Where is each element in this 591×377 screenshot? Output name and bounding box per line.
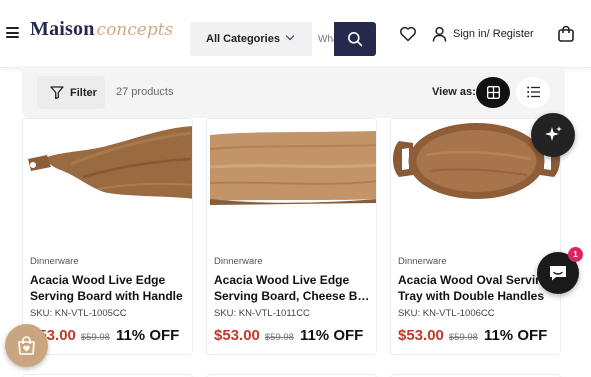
product-image-paddle-board <box>23 119 192 249</box>
product-title-line1: Acacia Wood Live Edge <box>214 273 350 287</box>
chevron-down-icon <box>285 31 295 41</box>
product-title[interactable]: Acacia Wood Live Edge Serving Board, Che… <box>214 273 372 304</box>
product-category: Dinnerware <box>214 256 263 267</box>
compare-price: $59.98 <box>448 332 478 343</box>
filter-icon <box>50 86 64 99</box>
account-link[interactable]: Sign in/ Register <box>432 25 534 43</box>
discount-label: 11% OFF <box>115 327 180 344</box>
account-label: Sign in/ Register <box>453 28 534 40</box>
user-icon <box>432 26 447 42</box>
product-title[interactable]: Acacia Wood Oval Serving Tray with Doubl… <box>398 273 556 304</box>
filter-label: Filter <box>70 86 97 99</box>
chat-notification-badge: 1 <box>568 247 583 262</box>
view-as-label: View as: <box>432 86 476 98</box>
search-input[interactable] <box>312 22 334 56</box>
site-header: Maisonconcepts All Categories Sign in/ R… <box>0 0 591 68</box>
product-title-line1: Acacia Wood Oval Serving <box>398 273 550 287</box>
grid-icon <box>487 86 500 99</box>
logo-main-text: Maison <box>30 18 95 40</box>
product-title-line2: Serving Board, Cheese Board <box>214 288 372 303</box>
search-icon <box>348 32 363 47</box>
grid-view-button[interactable] <box>476 77 510 108</box>
discount-label: 11% OFF <box>299 327 364 344</box>
compare-price: $59.98 <box>80 332 110 343</box>
category-select-label: All Categories <box>206 33 280 45</box>
heart-icon <box>400 26 416 42</box>
product-card[interactable]: Dinnerware Acacia Wood Live Edge Serving… <box>22 118 193 355</box>
logo-script-text: concepts <box>96 20 174 40</box>
product-sku: SKU: KN-VTL-1011CC <box>214 308 310 319</box>
product-card[interactable]: Dinnerware Acacia Wood Oval Serving Tray… <box>390 118 561 355</box>
product-sku: SKU: KN-VTL-1006CC <box>398 308 495 319</box>
sale-price: $53.00 <box>398 327 444 344</box>
ai-assistant-button[interactable] <box>531 113 575 157</box>
product-card[interactable]: Dinnerware Acacia Wood Live Edge Serving… <box>206 118 377 355</box>
sale-price: $53.00 <box>214 327 260 344</box>
product-sku: SKU: KN-VTL-1005CC <box>30 308 127 319</box>
shopping-bag-icon <box>558 25 574 42</box>
list-view-button[interactable] <box>516 77 550 108</box>
shopping-bag-heart-icon <box>18 336 35 355</box>
product-title-line2: Serving Board with Handle <box>30 288 183 303</box>
price-row: $53.00 $59.98 11% OFF <box>398 327 547 344</box>
chat-icon <box>550 266 566 281</box>
site-logo[interactable]: Maison concepts <box>30 18 173 48</box>
cart-button[interactable] <box>556 24 576 44</box>
discount-label: 11% OFF <box>483 327 548 344</box>
product-title[interactable]: Acacia Wood Live Edge Serving Board with… <box>30 273 188 304</box>
category-select[interactable]: All Categories <box>190 22 312 56</box>
product-category: Dinnerware <box>398 256 447 267</box>
product-category: Dinnerware <box>30 256 79 267</box>
wishlist-link[interactable] <box>399 25 417 43</box>
search-button[interactable] <box>334 22 376 56</box>
collection-toolbar: Filter 27 products View as: <box>22 66 565 118</box>
price-row: $53.00 $59.98 11% OFF <box>214 327 363 344</box>
price-row: $53.00 $59.98 11% OFF <box>30 327 179 344</box>
menu-icon[interactable] <box>6 27 19 38</box>
compare-price: $59.98 <box>264 332 294 343</box>
filter-button[interactable]: Filter <box>37 76 105 109</box>
product-image-live-edge-board <box>207 119 376 249</box>
list-icon <box>527 86 540 98</box>
search-bar: All Categories <box>190 22 376 56</box>
product-title-line1: Acacia Wood Live Edge <box>30 273 166 287</box>
wishlist-floating-button[interactable] <box>5 324 48 367</box>
product-count: 27 products <box>116 86 174 98</box>
product-title-line2: Tray with Double Handles <box>398 288 545 303</box>
sparkle-icon <box>545 126 562 141</box>
